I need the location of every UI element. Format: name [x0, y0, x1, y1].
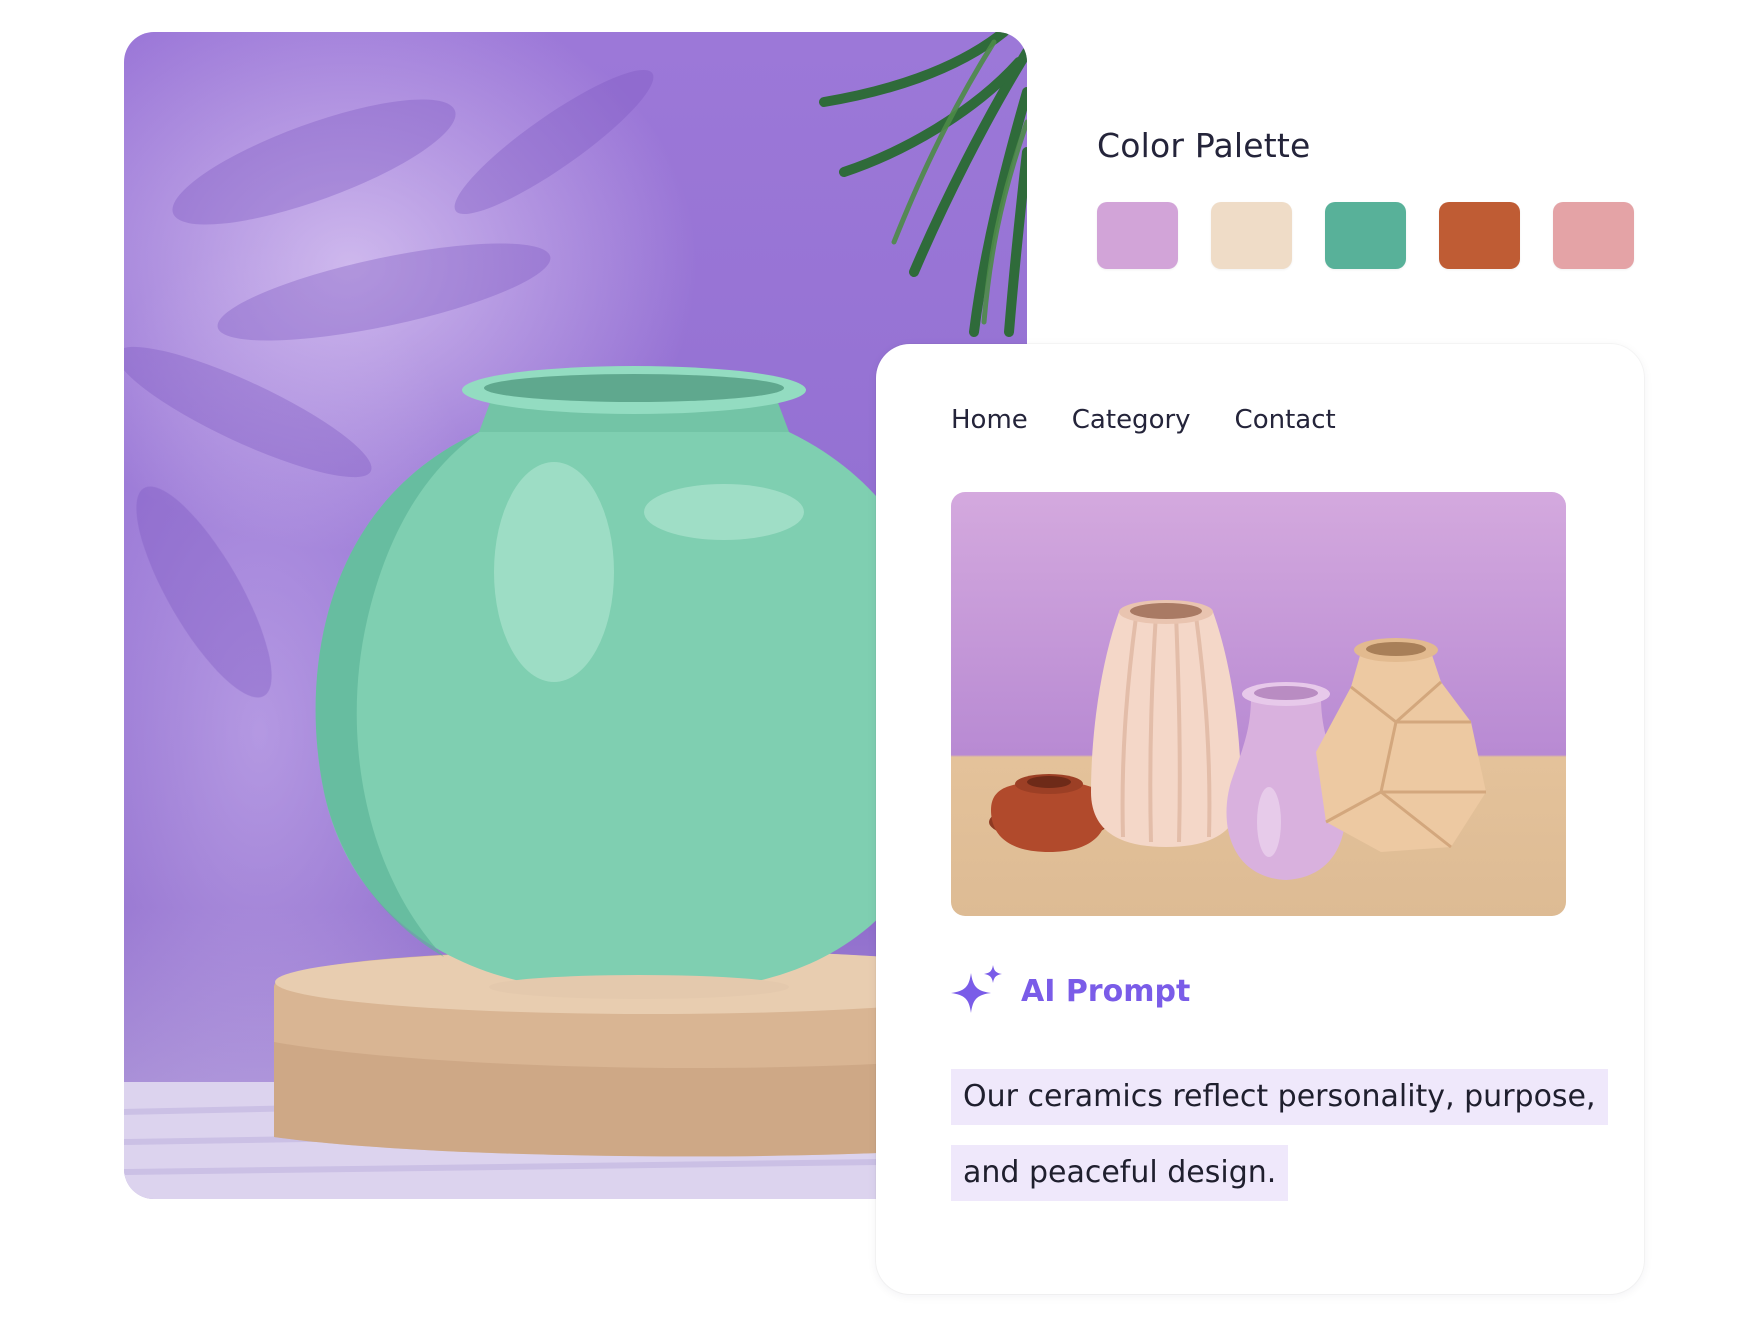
nav-home-link[interactable]: Home: [951, 400, 1028, 440]
swatch-lilac[interactable]: [1097, 202, 1178, 269]
swatch-terracotta[interactable]: [1439, 202, 1520, 269]
ai-prompt-label: AI Prompt: [1021, 973, 1191, 1009]
swatch-teal[interactable]: [1325, 202, 1406, 269]
prompt-line-1: Our ceramics reflect personality, purpos…: [951, 1069, 1608, 1125]
sparkle-icon: [951, 965, 1003, 1017]
ceramics-illustration: [989, 600, 1486, 880]
palette-title: Color Palette: [1097, 126, 1311, 165]
palette-swatches: [1097, 202, 1634, 269]
nav-category-link[interactable]: Category: [1072, 400, 1191, 440]
site-nav: Home Category Contact: [951, 400, 1336, 440]
swatch-cream[interactable]: [1211, 202, 1292, 269]
ai-prompt-heading: AI Prompt: [951, 965, 1190, 1017]
prompt-text: Our ceramics reflect personality, purpos…: [951, 1069, 1608, 1221]
ceramics-product-photo: [951, 492, 1566, 916]
color-palette: Color Palette: [1097, 120, 1634, 269]
prompt-line-2: and peaceful design.: [951, 1145, 1289, 1201]
website-preview-card: Home Category Contact AI Prompt Our cera…: [876, 344, 1644, 1294]
nav-contact-link[interactable]: Contact: [1235, 400, 1336, 440]
swatch-pink[interactable]: [1553, 202, 1634, 269]
